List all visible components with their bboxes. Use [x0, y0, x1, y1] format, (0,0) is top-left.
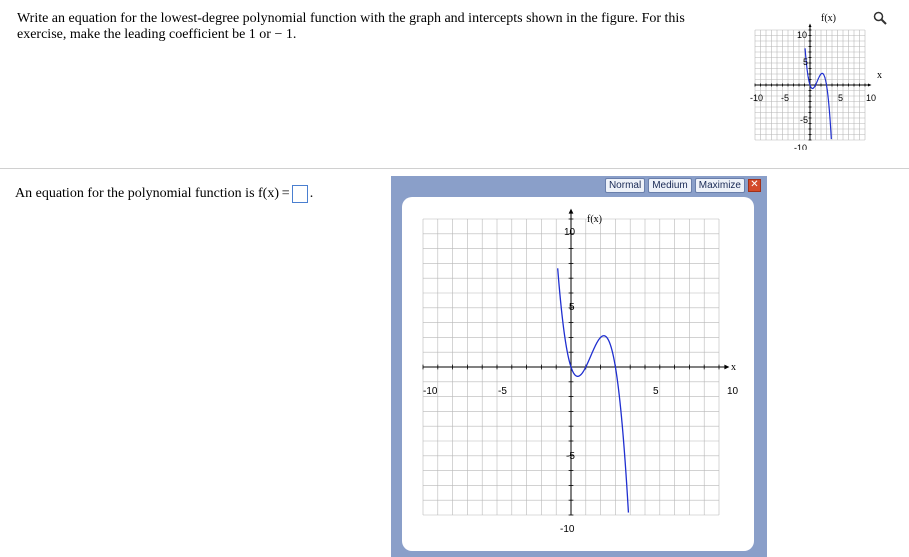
panel-content: f(x) x -10 -5 5 10 10 5 -5 -10	[402, 197, 754, 551]
maximize-button[interactable]: Maximize	[694, 178, 745, 193]
main-y-label: f(x)	[587, 214, 602, 225]
thumb-ytick-10: 10	[797, 30, 807, 40]
thumb-grid	[754, 23, 872, 141]
thumb-curve	[804, 48, 832, 140]
thumb-ytick-neg10: -10	[794, 143, 807, 150]
main-ytick-neg10: -10	[560, 524, 575, 535]
section-divider	[0, 168, 909, 169]
main-x-label: x	[731, 362, 736, 373]
thumbnail-graph: f(x) x -10 -5 5 10 10 5 -5 -10	[750, 13, 882, 150]
main-xtick-10: 10	[727, 386, 739, 397]
magnifier-icon[interactable]	[873, 11, 887, 25]
thumb-ytick-neg5: -5	[800, 115, 808, 125]
panel-toolbar: Normal Medium Maximize ✕	[604, 178, 761, 193]
answer-line: An equation for the polynomial function …	[15, 185, 313, 203]
y-axis-arrow	[568, 208, 574, 214]
answer-prefix: An equation for the polynomial function …	[15, 186, 290, 201]
main-xtick-5: 5	[653, 386, 659, 397]
main-ytick-5: 5	[569, 302, 575, 313]
answer-suffix: .	[309, 186, 314, 201]
y-axis-arrow	[808, 23, 812, 27]
thumb-xtick-neg10: -10	[750, 93, 763, 103]
medium-button[interactable]: Medium	[648, 178, 692, 193]
thumb-ytick-5: 5	[803, 57, 808, 67]
main-graph: f(x) x -10 -5 5 10 10 5 -5 -10	[422, 208, 739, 535]
main-grid	[422, 208, 730, 516]
x-axis-arrow	[868, 83, 872, 87]
main-xtick-neg5: -5	[498, 386, 507, 397]
main-xtick-neg10: -10	[423, 386, 438, 397]
normal-button[interactable]: Normal	[604, 178, 646, 193]
thumb-y-label: f(x)	[821, 13, 836, 24]
graph-panel: Normal Medium Maximize ✕ f(x) x -10 -5 5…	[391, 176, 767, 557]
thumb-xtick-10: 10	[866, 93, 876, 103]
main-ytick-neg5: -5	[566, 451, 575, 462]
thumb-xtick-neg5: -5	[781, 93, 789, 103]
main-ytick-10: 10	[564, 227, 576, 238]
answer-input[interactable]	[291, 185, 308, 203]
thumb-xtick-5: 5	[838, 93, 843, 103]
close-icon[interactable]: ✕	[748, 179, 761, 192]
x-axis-arrow	[724, 364, 730, 370]
thumb-x-label: x	[877, 70, 882, 81]
question-text: Write an equation for the lowest-degree …	[17, 11, 685, 42]
